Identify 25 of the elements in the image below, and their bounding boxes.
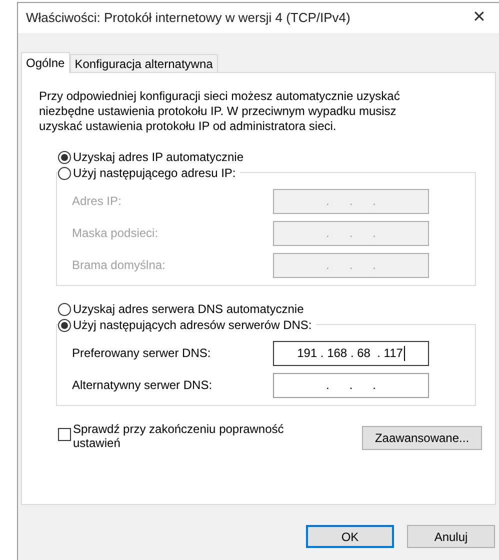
- ip-address-field[interactable]: 191 . 168 . 68 . 117: [273, 340, 429, 366]
- ok-button[interactable]: OK: [306, 525, 394, 548]
- field-label: Brama domyślna:: [72, 257, 166, 274]
- radio-button[interactable]: [58, 302, 71, 316]
- radio-label: Uzyskaj adres serwera DNS automatycznie: [73, 301, 304, 318]
- window-title: Właściwości: Protokół internetowy w wersji 4 (TCP/IPv4): [26, 9, 350, 28]
- field-label: Preferowany serwer DNS:: [72, 345, 211, 362]
- advanced-button[interactable]: Zaawansowane...: [362, 426, 482, 450]
- radio-label: Użyj następujących adresów serwerów DNS:: [73, 317, 312, 334]
- radio-label: Uzyskaj adres IP automatycznie: [73, 149, 244, 166]
- radio-label: Użyj następującego adresu IP:: [73, 165, 236, 182]
- radio-button[interactable]: [58, 150, 71, 164]
- radio-button[interactable]: [58, 166, 71, 180]
- ip-address-field[interactable]: . . .: [273, 372, 429, 398]
- cancel-button[interactable]: Anuluj: [407, 525, 495, 548]
- description-text: Przy odpowiedniej konfiguracji sieci możesz automatycznie uzyskać niezbędne ustawienia protokołu IP. W przeciwnym wypadku musisz uzyskać ustawienia protokołu IP od administratora sieci.: [39, 89, 401, 134]
- field-label: Adres IP:: [72, 193, 122, 210]
- close-button[interactable]: ✕: [459, 3, 499, 33]
- checkbox-label: Sprawdź przy zakończeniu poprawność ustawień: [73, 422, 285, 450]
- tab[interactable]: Konfiguracja alternatywna: [70, 54, 218, 72]
- field-label: Alternatywny serwer DNS:: [72, 377, 212, 394]
- radio-button[interactable]: [58, 318, 71, 332]
- field-label: Maska podsieci:: [72, 225, 158, 242]
- checkbox[interactable]: [58, 428, 71, 441]
- tab[interactable]: Ogólne: [21, 52, 70, 73]
